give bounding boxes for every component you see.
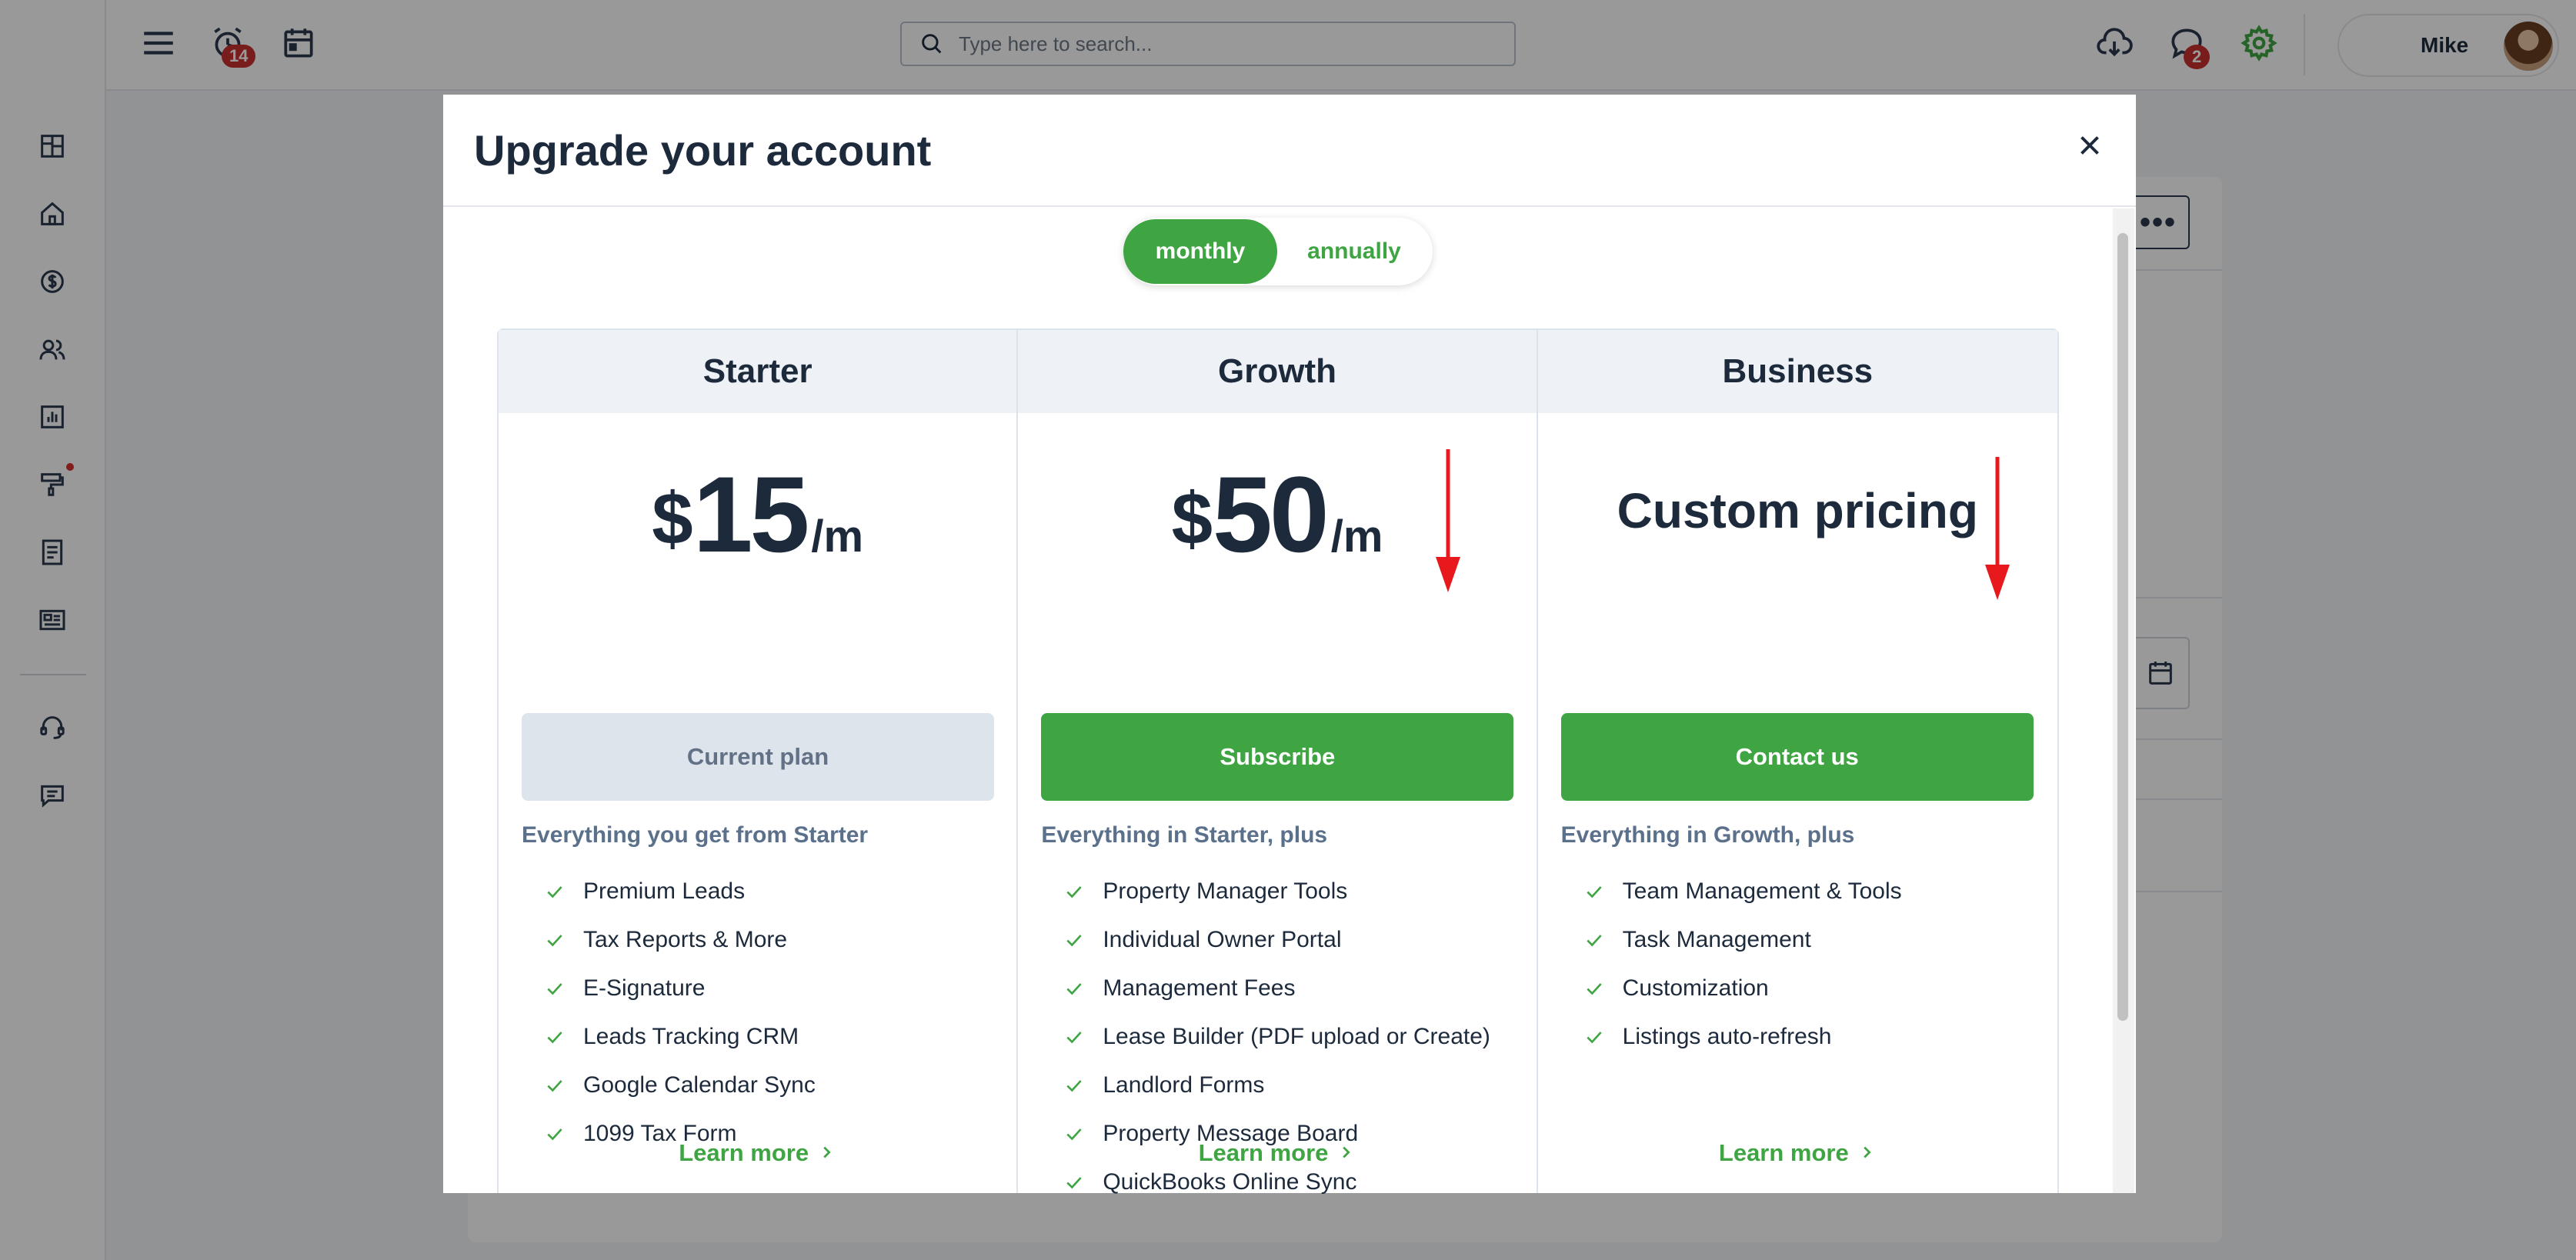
- checkmark-icon: [545, 1027, 565, 1047]
- feature-item: Lease Builder (PDF upload or Create): [1064, 1012, 1490, 1061]
- feature-item: Property Manager Tools: [1064, 867, 1490, 915]
- price-currency: $: [1171, 478, 1213, 560]
- learn-more-label: Learn more: [1198, 1139, 1329, 1166]
- close-icon[interactable]: [2070, 125, 2110, 165]
- feature-item: Customization: [1584, 964, 1902, 1012]
- price-amount: 15: [692, 454, 810, 575]
- billing-period-toggle: monthly annually: [1123, 218, 1433, 285]
- feature-label: Individual Owner Portal: [1103, 926, 1342, 952]
- checkmark-icon: [545, 978, 565, 998]
- chevron-right-icon: [1337, 1144, 1356, 1162]
- feature-label: E-Signature: [583, 975, 706, 1001]
- feature-item: Listings auto-refresh: [1584, 1012, 1902, 1061]
- chevron-right-icon: [1858, 1144, 1877, 1162]
- feature-item: Individual Owner Portal: [1064, 915, 1490, 964]
- checkmark-icon: [1064, 978, 1084, 998]
- checkmark-icon: [545, 1075, 565, 1095]
- feature-label: Tax Reports & More: [583, 926, 788, 952]
- checkmark-icon: [1584, 978, 1604, 998]
- checkmark-icon: [545, 882, 565, 902]
- learn-more-link[interactable]: Learn more: [1538, 1139, 2057, 1167]
- feature-item: Leads Tracking CRM: [545, 1012, 816, 1061]
- toggle-monthly[interactable]: monthly: [1123, 219, 1277, 284]
- plans-table: Starter $ 15 /m Current plan Everything …: [497, 328, 2059, 1195]
- feature-label: Landlord Forms: [1103, 1072, 1265, 1098]
- feature-label: QuickBooks Online Sync: [1103, 1168, 1357, 1195]
- plan-subtitle: Everything in Starter, plus: [1041, 822, 1328, 848]
- feature-label: Team Management & Tools: [1622, 878, 1902, 904]
- chevron-right-icon: [818, 1144, 836, 1162]
- checkmark-icon: [1064, 1075, 1084, 1095]
- scrollbar-thumb[interactable]: [2117, 233, 2128, 1021]
- checkmark-icon: [1064, 1172, 1084, 1192]
- plan-subtitle: Everything in Growth, plus: [1560, 822, 1855, 848]
- checkmark-icon: [1584, 930, 1604, 950]
- custom-pricing: Custom pricing: [1617, 483, 1978, 538]
- contact-us-button[interactable]: Contact us: [1560, 713, 2034, 801]
- learn-more-link[interactable]: Learn more: [1018, 1139, 1536, 1167]
- price-currency: $: [652, 478, 693, 560]
- plan-subtitle: Everything you get from Starter: [522, 822, 869, 848]
- feature-label: Leads Tracking CRM: [583, 1023, 799, 1049]
- feature-item: Landlord Forms: [1064, 1061, 1490, 1109]
- learn-more-link[interactable]: Learn more: [499, 1139, 1016, 1167]
- feature-list: Premium Leads Tax Reports & More E-Signatu…: [545, 867, 816, 1158]
- plan-name: Growth: [1018, 330, 1537, 413]
- checkmark-icon: [545, 930, 565, 950]
- feature-item: Team Management & Tools: [1584, 867, 1902, 915]
- upgrade-modal: Upgrade your account monthly annually St…: [443, 95, 2136, 1195]
- checkmark-icon: [1064, 882, 1084, 902]
- feature-item: Management Fees: [1064, 964, 1490, 1012]
- plan-price: $ 15 /m: [499, 453, 1016, 568]
- plan-name: Business: [1537, 330, 2057, 413]
- feature-label: Management Fees: [1103, 975, 1296, 1001]
- feature-label: Property Manager Tools: [1103, 878, 1348, 904]
- learn-more-label: Learn more: [1718, 1139, 1849, 1166]
- feature-item: Task Management: [1584, 915, 1902, 964]
- price-period: /m: [1330, 512, 1383, 562]
- checkmark-icon: [1064, 1027, 1084, 1047]
- feature-label: Customization: [1622, 975, 1769, 1001]
- feature-label: Listings auto-refresh: [1622, 1023, 1832, 1049]
- plan-starter: Starter $ 15 /m Current plan Everything …: [499, 330, 1019, 1193]
- annotation-arrow-down-icon: [1985, 457, 2010, 600]
- feature-list: Team Management & Tools Task Management Cu…: [1584, 867, 1902, 1061]
- feature-item: Tax Reports & More: [545, 915, 816, 964]
- feature-label: Premium Leads: [583, 878, 746, 904]
- learn-more-label: Learn more: [679, 1139, 809, 1166]
- checkmark-icon: [1064, 930, 1084, 950]
- checkmark-icon: [1584, 1027, 1604, 1047]
- feature-label: Google Calendar Sync: [583, 1072, 816, 1098]
- feature-label: Task Management: [1622, 926, 1811, 952]
- feature-item: Premium Leads: [545, 867, 816, 915]
- annotation-arrow-down-icon: [1436, 449, 1460, 592]
- feature-item: E-Signature: [545, 964, 816, 1012]
- price-amount: 50: [1212, 454, 1330, 575]
- current-plan-button[interactable]: Current plan: [522, 713, 994, 801]
- feature-label: Lease Builder (PDF upload or Create): [1103, 1023, 1490, 1049]
- checkmark-icon: [1584, 882, 1604, 902]
- plan-name: Starter: [499, 330, 1017, 413]
- subscribe-button[interactable]: Subscribe: [1041, 713, 1514, 801]
- modal-title: Upgrade your account: [474, 126, 932, 175]
- plan-business: Business Custom pricing Contact us Every…: [1537, 330, 2057, 1193]
- modal-header: Upgrade your account: [443, 95, 2136, 207]
- price-period: /m: [811, 512, 864, 562]
- toggle-annually[interactable]: annually: [1277, 219, 1431, 284]
- feature-item: Google Calendar Sync: [545, 1061, 816, 1109]
